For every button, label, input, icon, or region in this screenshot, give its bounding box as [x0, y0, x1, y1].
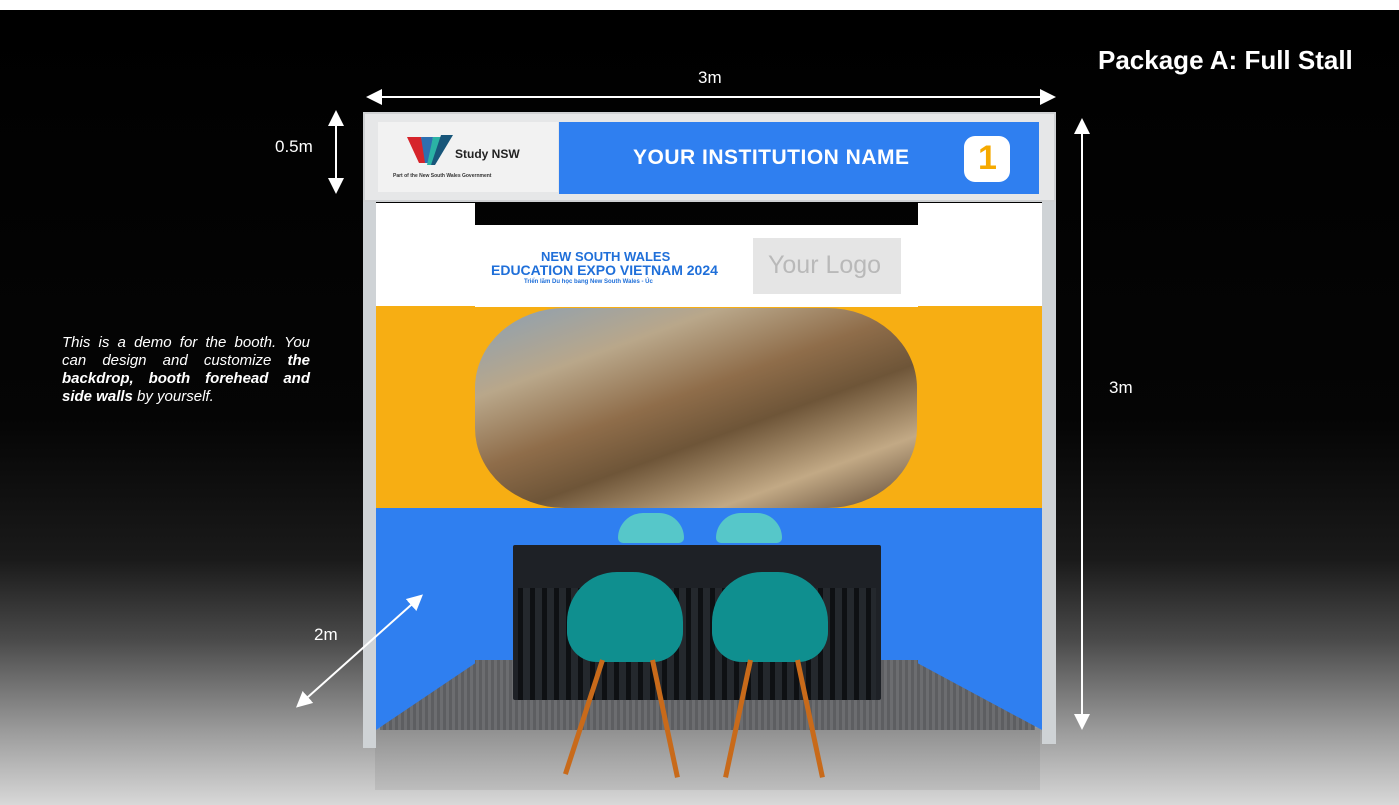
width-label: 3m — [698, 68, 722, 87]
fascia-height-label: 0.5m — [275, 137, 313, 156]
height-label: 3m — [1109, 378, 1133, 397]
dimension-arrows — [296, 89, 1090, 730]
booth-demo-canvas: Package A: Full Stall This is a demo for… — [0, 0, 1399, 805]
depth-label: 2m — [314, 625, 338, 644]
